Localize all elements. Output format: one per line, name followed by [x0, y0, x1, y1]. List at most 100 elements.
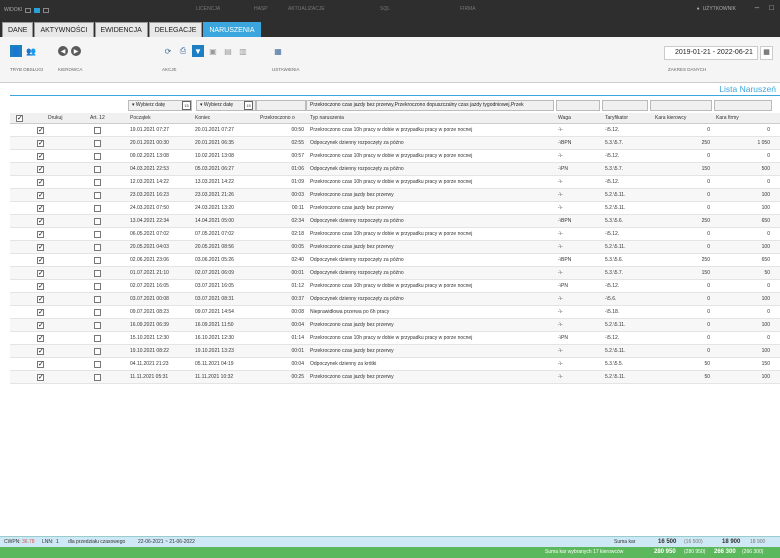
next-driver-icon[interactable]: ▶: [71, 46, 81, 56]
tariff-filter[interactable]: [602, 100, 648, 111]
print-checkbox[interactable]: [37, 373, 44, 381]
art12-checkbox[interactable]: [94, 335, 101, 342]
col-company-fine[interactable]: Kara firmy: [716, 115, 739, 121]
print-checkbox[interactable]: [37, 269, 44, 277]
over-filter[interactable]: [256, 100, 306, 111]
col-driver-fine[interactable]: Kara kierowcy: [655, 115, 686, 121]
table-row[interactable]: 06.05.2021 07:02 07.05.2021 07:02 02:18 Prz…: [10, 228, 780, 241]
menu-licencja[interactable]: LICENCJA: [196, 6, 220, 12]
art12-checkbox[interactable]: [94, 231, 101, 238]
art12-checkbox[interactable]: [94, 296, 101, 303]
print-checkbox[interactable]: [37, 204, 44, 212]
art12-checkbox[interactable]: [94, 283, 101, 290]
table-row[interactable]: 12.03.2021 14:22 13.03.2021 14:22 01:09 Prz…: [10, 176, 780, 189]
table-row[interactable]: 19.01.2021 07:27 20.01.2021 07:27 00:50 Prz…: [10, 124, 780, 137]
minimize-icon[interactable]: –: [755, 3, 759, 12]
filter-icon[interactable]: ▼: [192, 45, 204, 57]
export-all-icon[interactable]: ▥: [237, 45, 249, 57]
print-checkbox[interactable]: [37, 295, 44, 303]
table-row[interactable]: 11.11.2021 05:31 11.11.2021 10:32 00:25 Prz…: [10, 371, 780, 384]
art12-checkbox[interactable]: [94, 244, 101, 251]
menu-sql[interactable]: SQL: [380, 6, 390, 12]
single-driver-icon[interactable]: 👤: [10, 45, 22, 57]
art12-checkbox[interactable]: [94, 374, 101, 381]
menu-hasp[interactable]: HASP: [254, 6, 268, 12]
table-row[interactable]: 16.09.2021 06:39 16.09.2021 11:50 00:04 Prz…: [10, 319, 780, 332]
table-row[interactable]: 20.01.2021 00:30 20.01.2021 06:35 02:55 Odp…: [10, 137, 780, 150]
view-option-3[interactable]: [43, 7, 50, 13]
col-end[interactable]: Koniec: [195, 115, 210, 121]
col-art12[interactable]: Art. 12: [90, 115, 105, 121]
print-checkbox[interactable]: [37, 360, 44, 368]
art12-checkbox[interactable]: [94, 309, 101, 316]
col-type[interactable]: Typ naruszenia: [310, 115, 344, 121]
menu-aktualizacje[interactable]: AKTUALIZACJE: [288, 6, 325, 12]
prev-driver-icon[interactable]: ◀: [58, 46, 68, 56]
calendar-icon[interactable]: ▦: [760, 46, 773, 60]
print-checkbox[interactable]: [37, 230, 44, 238]
select-all-checkbox[interactable]: [16, 114, 23, 122]
table-row[interactable]: 02.06.2021 23:06 03.06.2021 05:26 02:40 Odp…: [10, 254, 780, 267]
art12-checkbox[interactable]: [94, 322, 101, 329]
art12-checkbox[interactable]: [94, 270, 101, 277]
art12-checkbox[interactable]: [94, 179, 101, 186]
tab-delegacje[interactable]: DELEGACJE: [148, 22, 203, 37]
print-checkbox[interactable]: [37, 347, 44, 355]
refresh-icon[interactable]: ⟳: [162, 45, 174, 57]
col-weight[interactable]: Waga: [558, 115, 571, 121]
table-row[interactable]: 23.03.2021 16:23 23.03.2021 21:26 00:03 Prz…: [10, 189, 780, 202]
tab-naruszenia[interactable]: NARUSZENIA: [203, 22, 261, 37]
print-checkbox[interactable]: [37, 243, 44, 251]
company-fine-filter[interactable]: [714, 100, 772, 111]
col-tariff[interactable]: Taryfikator: [605, 115, 628, 121]
export-icon[interactable]: ▤: [222, 45, 234, 57]
table-row[interactable]: 02.07.2021 16:05 03.07.2021 16:05 01:12 Prz…: [10, 280, 780, 293]
multi-driver-icon[interactable]: 👥: [25, 45, 37, 57]
print-checkbox[interactable]: [37, 165, 44, 173]
tab-ewidencja[interactable]: EWIDENCJA: [94, 22, 148, 37]
print-checkbox[interactable]: [37, 256, 44, 264]
table-row[interactable]: 20.05.2021 04:03 20.05.2021 08:56 00:05 Prz…: [10, 241, 780, 254]
table-row[interactable]: 15.10.2021 12:30 16.10.2021 12:30 01:14 Prz…: [10, 332, 780, 345]
table-row[interactable]: 04.03.2021 22:53 05.03.2021 06:27 01:06 Odp…: [10, 163, 780, 176]
art12-checkbox[interactable]: [94, 166, 101, 173]
table-row[interactable]: 04.11.2021 21:23 05.11.2021 04:19 00:04 Odp…: [10, 358, 780, 371]
art12-checkbox[interactable]: [94, 192, 101, 199]
settings-document-icon[interactable]: ▦: [272, 45, 284, 57]
print-checkbox[interactable]: [37, 152, 44, 160]
table-row[interactable]: 19.10.2021 08:22 19.10.2021 13:23 00:01 Prz…: [10, 345, 780, 358]
art12-checkbox[interactable]: [94, 348, 101, 355]
table-row[interactable]: 24.03.2021 07:50 24.03.2021 13:20 00:11 Prz…: [10, 202, 780, 215]
art12-checkbox[interactable]: [94, 153, 101, 160]
tab-dane[interactable]: DANE: [2, 22, 34, 37]
col-start[interactable]: Początek: [130, 115, 151, 121]
date-range-field[interactable]: 2019-01-21 - 2022-06-21: [664, 46, 758, 60]
art12-checkbox[interactable]: [94, 257, 101, 264]
col-druk[interactable]: Drukuj: [48, 115, 62, 121]
print-checkbox[interactable]: [37, 139, 44, 147]
table-row[interactable]: 01.07.2021 21:10 02.07.2021 06:09 00:01 Odp…: [10, 267, 780, 280]
table-row[interactable]: 09.07.2021 08:23 09.07.2021 14:54 00:08 Nie…: [10, 306, 780, 319]
print-checkbox[interactable]: [37, 191, 44, 199]
table-row[interactable]: 03.07.2021 00:08 03.07.2021 08:31 00:37 Odp…: [10, 293, 780, 306]
art12-checkbox[interactable]: [94, 205, 101, 212]
print-checkbox[interactable]: [37, 217, 44, 225]
user-menu[interactable]: ● UŻYTKOWNIK: [697, 6, 736, 12]
print-icon[interactable]: ⎙: [177, 45, 189, 57]
weight-filter[interactable]: [556, 100, 600, 111]
maximize-icon[interactable]: □: [769, 3, 774, 12]
table-row[interactable]: 09.02.2021 13:08 10.02.2021 13:08 00:57 Prz…: [10, 150, 780, 163]
print-checkbox[interactable]: [37, 321, 44, 329]
menu-firma[interactable]: FIRMA: [460, 6, 476, 12]
start-calendar-icon[interactable]: 15: [182, 101, 191, 110]
view-option-1[interactable]: [25, 7, 32, 13]
art12-checkbox[interactable]: [94, 140, 101, 147]
view-option-2[interactable]: [34, 7, 41, 13]
print-checkbox[interactable]: [37, 126, 44, 134]
end-calendar-icon[interactable]: 15: [244, 101, 253, 110]
col-over[interactable]: Przekroczono o: [260, 115, 295, 121]
art12-checkbox[interactable]: [94, 361, 101, 368]
save-icon[interactable]: ▣: [207, 45, 219, 57]
print-checkbox[interactable]: [37, 308, 44, 316]
art12-checkbox[interactable]: [94, 218, 101, 225]
